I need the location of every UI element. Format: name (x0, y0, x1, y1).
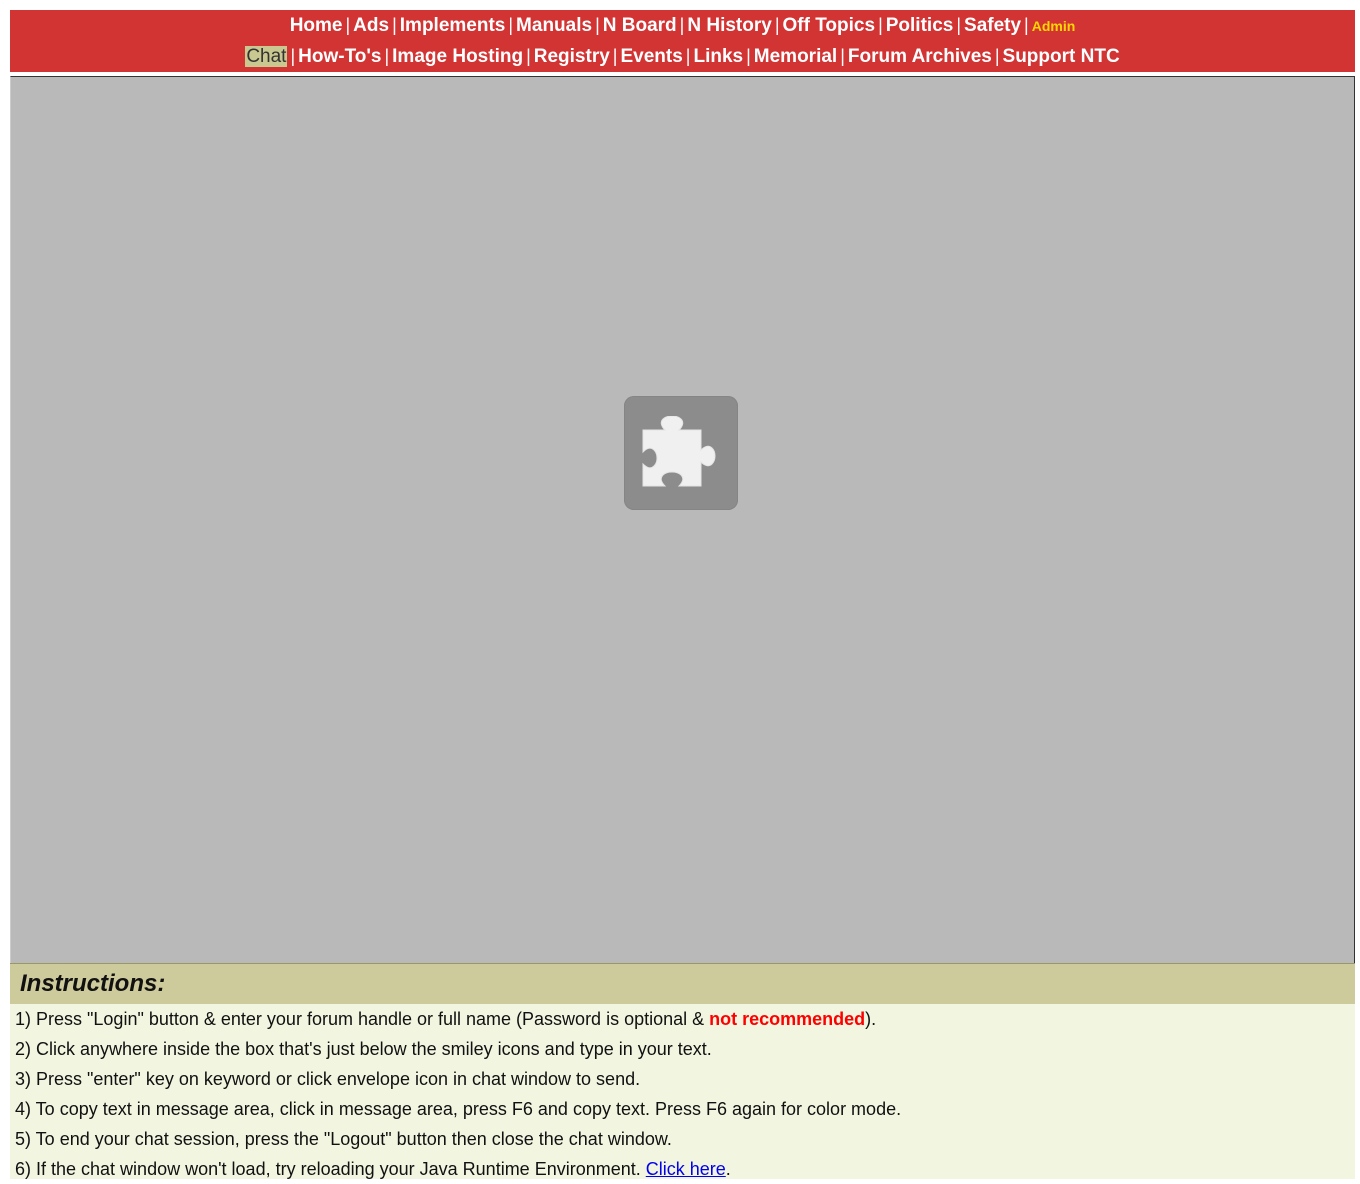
nav-link-n-board[interactable]: N Board (603, 15, 677, 36)
instruction-line-6-end: . (725, 1159, 731, 1179)
nav-separator: | (384, 46, 390, 66)
nav-link-ads[interactable]: Ads (353, 15, 389, 36)
nav-separator: | (994, 46, 1000, 66)
nav-link-memorial[interactable]: Memorial (754, 46, 837, 67)
nav-separator: | (595, 15, 600, 35)
instruction-line-4: 4) To copy text in message area, click i… (15, 1099, 902, 1119)
instructions-header: Instructions: (10, 963, 1355, 1004)
java-reload-link[interactable]: Click here (646, 1159, 726, 1179)
instruction-line-6-text: 6) If the chat window won't load, try re… (15, 1159, 646, 1179)
nav-separator: | (679, 15, 685, 35)
nav-link-support-ntc[interactable]: Support NTC (1003, 46, 1120, 67)
instruction-line-1-end: ). (865, 1009, 877, 1029)
nav-separator: | (612, 46, 618, 66)
nav-separator: | (1024, 15, 1029, 35)
chat-plugin-area[interactable] (10, 76, 1355, 964)
nav-link-chat-current[interactable]: Chat (245, 46, 288, 67)
nav-separator: | (685, 46, 691, 66)
instruction-line-1: 1) Press "Login" button & enter your for… (10, 1004, 1355, 1034)
instruction-line-6: 6) If the chat window won't load, try re… (10, 1154, 1355, 1184)
nav-separator: | (840, 46, 845, 66)
puzzle-piece-icon[interactable] (624, 396, 738, 510)
puzzle-piece-shape (642, 416, 716, 487)
instruction-line-1-text: 1) Press "Login" button & enter your for… (15, 1009, 710, 1029)
nav-link-forum-archives[interactable]: Forum Archives (848, 46, 992, 67)
nav-link-links[interactable]: Links (693, 46, 743, 67)
instructions-body: 1) Press "Login" button & enter your for… (10, 1004, 1355, 1179)
nav-link-politics[interactable]: Politics (886, 15, 954, 36)
nav-link-how-tos[interactable]: How-To's (298, 46, 381, 67)
nav-link-registry[interactable]: Registry (534, 46, 610, 67)
nav-link-off-topics[interactable]: Off Topics (783, 15, 876, 36)
nav-link-events[interactable]: Events (620, 46, 682, 67)
nav-link-admin[interactable]: Admin (1032, 18, 1076, 34)
nav-separator: | (345, 15, 351, 35)
nav-link-home[interactable]: Home (290, 15, 343, 36)
nav-separator: | (290, 46, 296, 66)
not-recommended-warning: not recommended (709, 1009, 866, 1029)
nav-link-safety[interactable]: Safety (964, 15, 1021, 36)
nav-separator: | (508, 15, 514, 35)
nav-link-implements[interactable]: Implements (400, 15, 506, 36)
instruction-line-3: 3) Press "enter" key on keyword or click… (15, 1069, 641, 1089)
nav-link-manuals[interactable]: Manuals (516, 15, 592, 36)
nav-separator: | (774, 15, 780, 35)
nav-row-1: Home | Ads | Implements | Manuals | N Board | N Hi… (10, 10, 1355, 41)
nav-separator: | (526, 46, 531, 66)
instruction-line-2: 2) Click anywhere inside the box that's … (15, 1039, 712, 1059)
nav-separator: | (392, 15, 397, 35)
instructions-title: Instructions: (20, 970, 166, 997)
nav-link-n-history[interactable]: N History (687, 15, 771, 36)
nav-separator: | (746, 46, 751, 66)
nav-link-image-hosting[interactable]: Image Hosting (392, 46, 523, 67)
top-navigation-bar: Home | Ads | Implements | Manuals | N Board | N Hi… (10, 10, 1355, 72)
instruction-line-5: 5) To end your chat session, press the "… (15, 1129, 672, 1149)
nav-separator: | (878, 15, 883, 35)
nav-separator: | (956, 15, 962, 35)
nav-row-2: Chat | How-To's | Image Hosting | Registry | Eve… (10, 41, 1355, 72)
